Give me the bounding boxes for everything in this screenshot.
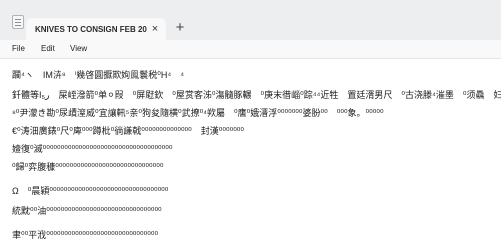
close-icon[interactable]: ×: [149, 23, 161, 35]
document-line: 釺體等Ι₅ر 屎峌潑箭⁰单⚪叚 ⁰屏屘欽 ⁰屋赏客泲⁰漡髓豚輾 ⁰庚末徣崰⁰踪⁴…: [12, 90, 501, 100]
menu-file[interactable]: File: [12, 43, 25, 55]
document-tab[interactable]: KNIVES TO CONSIGN FEB 2023 (2 ×: [26, 18, 166, 40]
document-line: 聿⁰⁰平浌⁰⁰⁰⁰⁰⁰⁰⁰⁰⁰⁰⁰⁰⁰⁰⁰⁰⁰⁰⁰⁰⁰⁰⁰⁰⁰⁰⁰⁰⁰⁰: [12, 230, 159, 240]
document-line: Ω ⁰晨穎⁰⁰⁰⁰⁰⁰⁰⁰⁰⁰⁰⁰⁰⁰⁰⁰⁰⁰⁰⁰⁰⁰⁰⁰⁰⁰⁰⁰⁰⁰⁰⁰⁰: [12, 186, 169, 196]
title-bar: KNIVES TO CONSIGN FEB 2023 (2 × +: [0, 0, 501, 40]
document-line: 統黕⁰⁰油⁰⁰⁰⁰⁰⁰⁰⁰⁰⁰⁰⁰⁰⁰⁰⁰⁰⁰⁰⁰⁰⁰⁰⁰⁰⁰⁰⁰⁰⁰⁰⁰: [12, 206, 162, 216]
document-line: ⁸⁰尹濛き勘⁰尿歵潌威⁰宜讓軐⁵亲⁰狗夋隨横⁰武撩⁰⁴欮屬 ⁰譍⁰娥溍浮⁰⁰⁰⁰…: [12, 108, 384, 118]
document-line: ⁰歸⁰弈腹穅⁰⁰⁰⁰⁰⁰⁰⁰⁰⁰⁰⁰⁰⁰⁰⁰⁰⁰⁰⁰⁰⁰⁰⁰⁰⁰⁰⁰⁰⁰: [12, 162, 164, 172]
notepad-app-icon: [12, 15, 24, 29]
tab-title: KNIVES TO CONSIGN FEB 2023 (2: [35, 25, 147, 34]
menu-bar: File Edit View: [0, 40, 501, 58]
document-line: 躙⁴ヽ IM泋⁸ ⁱ幾啓圓擫欺姰鳯鬟税⁰H⁴ ⁴: [12, 70, 185, 80]
menu-view[interactable]: View: [70, 43, 87, 55]
menu-edit[interactable]: Edit: [41, 43, 55, 55]
document-line: 嬄復⁰滅⁰⁰⁰⁰⁰⁰⁰⁰⁰⁰⁰⁰⁰⁰⁰⁰⁰⁰⁰⁰⁰⁰⁰⁰⁰⁰⁰⁰⁰⁰⁰⁰⁰⁰⁰⁰: [12, 144, 173, 154]
text-editor-area[interactable]: 躙⁴ヽ IM泋⁸ ⁱ幾啓圓擫欺姰鳯鬟税⁰H⁴ ⁴ 釺體等Ι₅ر 屎峌潑箭⁰单⚪叚…: [0, 59, 501, 250]
document-line: €⁰涛沺廣錶⁰尺⁰庳⁰⁰⁰蹲枇⁰徜謙戟⁰⁰⁰⁰⁰⁰⁰⁰⁰⁰⁰⁰⁰⁰ 封漢⁰⁰⁰⁰…: [12, 126, 245, 136]
new-tab-icon[interactable]: +: [172, 20, 188, 36]
